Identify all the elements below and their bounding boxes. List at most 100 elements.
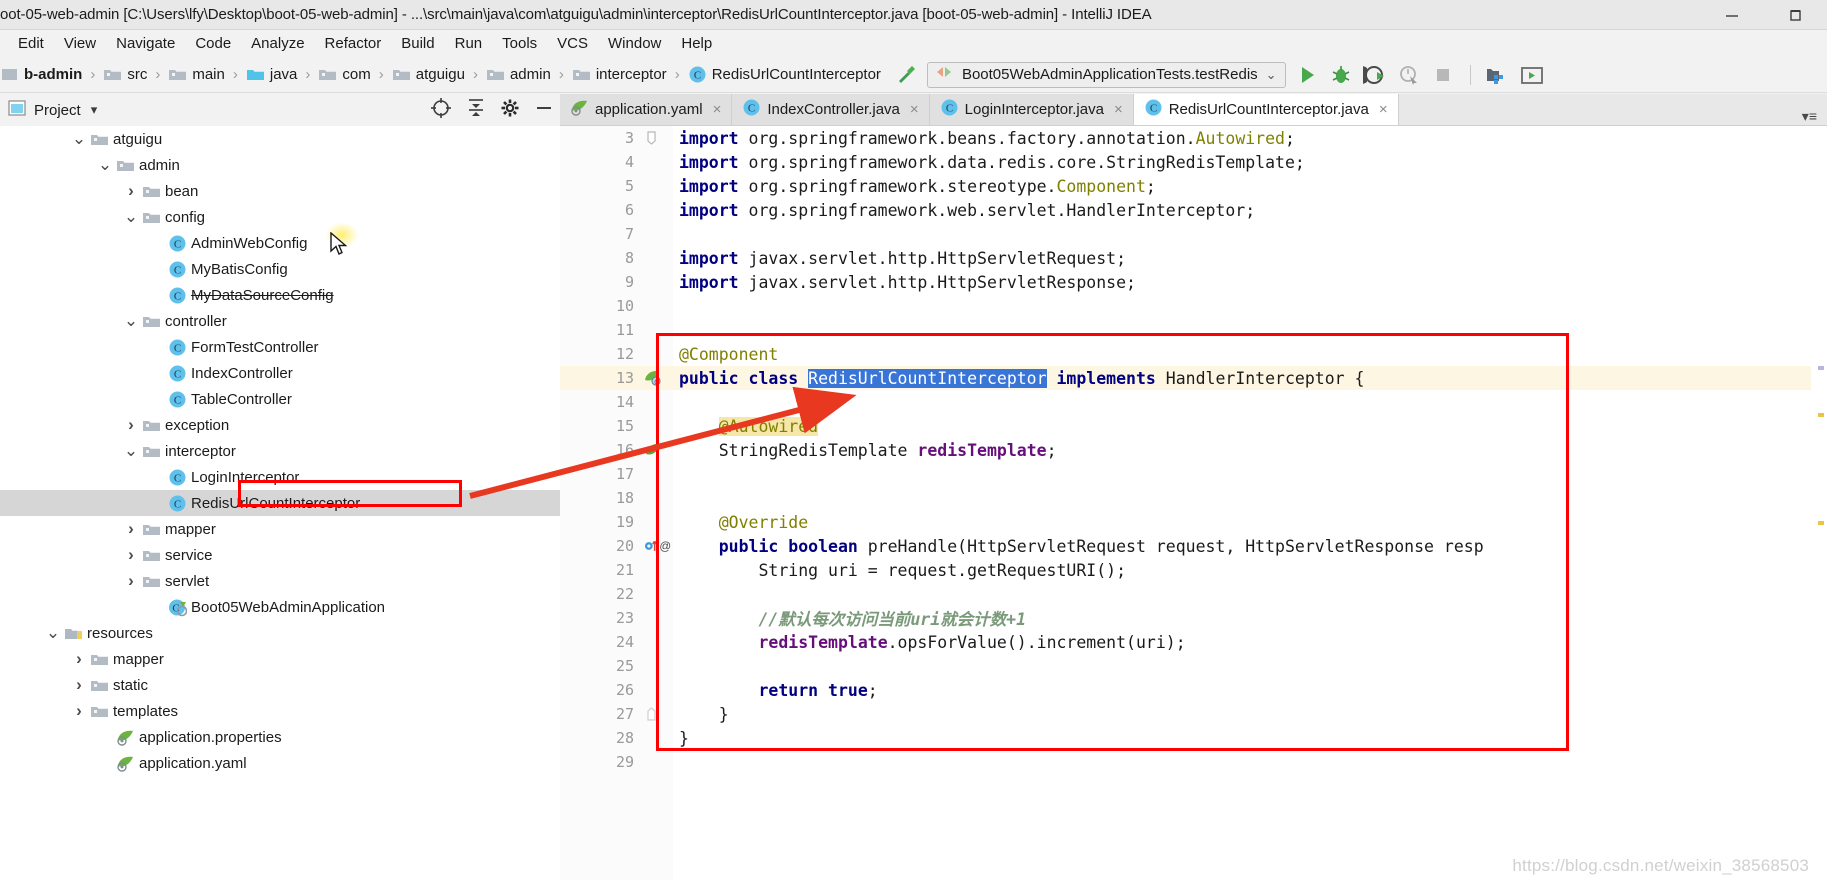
tree-node[interactable]: C AdminWebConfig (0, 230, 560, 256)
breadcrumb-item-redisurlcountinterceptor[interactable]: C RedisUrlCountInterceptor (688, 65, 881, 84)
database-button[interactable] (1485, 62, 1511, 88)
code-line[interactable]: 27 } (560, 702, 1827, 726)
tree-node[interactable]: ⌄ controller (0, 308, 560, 334)
breadcrumb-item-atguigu[interactable]: atguigu (392, 65, 465, 84)
spring-autowired-gutter-icon[interactable] (642, 441, 673, 459)
menu-item-code[interactable]: Code (185, 32, 241, 55)
tree-node[interactable]: C TableController (0, 386, 560, 412)
tree-node[interactable]: › service (0, 542, 560, 568)
breadcrumb-item-admin[interactable]: admin (486, 65, 551, 84)
editor-tab-application-yaml[interactable]: application.yaml × (560, 94, 733, 125)
code-content[interactable]: 3 import org.springframework.beans.factor… (560, 126, 1827, 880)
terminal-button[interactable] (1519, 62, 1545, 88)
tree-node[interactable]: ⌄ config (0, 204, 560, 230)
editor-marker-scrollbar[interactable] (1811, 126, 1827, 880)
code-line[interactable]: 5 import org.springframework.stereotype.C… (560, 174, 1827, 198)
code-line[interactable]: 29 (560, 750, 1827, 774)
tree-node[interactable]: › mapper (0, 646, 560, 672)
chevron-down-icon[interactable]: ⌄ (122, 442, 140, 459)
editor-tab-indexcontroller-java[interactable]: C IndexController.java × (732, 94, 930, 125)
code-line[interactable]: 6 import org.springframework.web.servlet.… (560, 198, 1827, 222)
build-hammer-icon[interactable] (893, 62, 919, 88)
chevron-down-icon[interactable]: ⌄ (122, 208, 140, 225)
editor-tab-logininterceptor-java[interactable]: C LoginInterceptor.java × (929, 94, 1134, 125)
run-with-coverage-button[interactable] (1362, 62, 1388, 88)
code-line[interactable]: 19 @Override (560, 510, 1827, 534)
code-line[interactable]: 22 (560, 582, 1827, 606)
tree-node[interactable]: C MyBatisConfig (0, 256, 560, 282)
tree-node[interactable]: C FormTestController (0, 334, 560, 360)
code-line[interactable]: 14 (560, 390, 1827, 414)
fold-end-icon[interactable] (642, 706, 673, 722)
code-line[interactable]: 24 redisTemplate.opsForValue().increment… (560, 630, 1827, 654)
tree-node[interactable]: › mapper (0, 516, 560, 542)
chevron-down-icon[interactable]: ⌄ (122, 312, 140, 329)
tree-node[interactable]: › static (0, 672, 560, 698)
tree-node[interactable]: › templates (0, 698, 560, 724)
breadcrumb-item-java[interactable]: java (246, 65, 297, 84)
minimize-button[interactable] (1721, 4, 1743, 26)
code-line[interactable]: 13 Cpublic class RedisUrlCountInterceptor… (560, 366, 1827, 390)
breadcrumb-item-com[interactable]: com (318, 65, 371, 84)
tab-list-overflow-icon[interactable]: ▾≡ (1802, 108, 1827, 125)
tree-node[interactable]: ⌄ atguigu (0, 126, 560, 152)
chevron-right-icon[interactable]: › (122, 545, 140, 565)
menu-item-edit[interactable]: Edit (8, 32, 54, 55)
close-icon[interactable]: × (1114, 101, 1123, 118)
tree-node[interactable]: C MyDataSourceConfig (0, 282, 560, 308)
code-line[interactable]: 4 import org.springframework.data.redis.c… (560, 150, 1827, 174)
minus-icon[interactable] (534, 98, 554, 123)
chevron-right-icon[interactable]: › (122, 519, 140, 539)
breadcrumb-item-src[interactable]: src (103, 65, 147, 84)
breadcrumb-item-interceptor[interactable]: interceptor (572, 65, 667, 84)
stop-button[interactable] (1430, 62, 1456, 88)
close-icon[interactable]: × (910, 101, 919, 118)
code-line[interactable]: 17 (560, 462, 1827, 486)
code-line[interactable]: 20 @ public boolean preHandle(HttpServlet… (560, 534, 1827, 558)
run-button[interactable] (1294, 62, 1320, 88)
chevron-right-icon[interactable]: › (70, 675, 88, 695)
tree-node[interactable]: › exception (0, 412, 560, 438)
code-line[interactable]: 28} (560, 726, 1827, 750)
menu-item-run[interactable]: Run (445, 32, 493, 55)
code-line[interactable]: 3 import org.springframework.beans.factor… (560, 126, 1827, 150)
code-line[interactable]: 16 StringRedisTemplate redisTemplate; (560, 438, 1827, 462)
breadcrumb-item-b-admin[interactable]: b-admin (0, 65, 82, 84)
override-implementation-gutter-icon[interactable]: @ (642, 537, 673, 555)
code-line[interactable]: 9 import javax.servlet.http.HttpServletRe… (560, 270, 1827, 294)
chevron-right-icon[interactable]: › (122, 571, 140, 591)
chevron-right-icon[interactable]: › (122, 181, 140, 201)
close-icon[interactable]: × (713, 101, 722, 118)
tree-node[interactable]: ⌄ interceptor (0, 438, 560, 464)
code-line[interactable]: 8 import javax.servlet.http.HttpServletRe… (560, 246, 1827, 270)
code-line[interactable]: 11 (560, 318, 1827, 342)
collapse-all-icon[interactable] (466, 97, 486, 124)
tree-node[interactable]: ⌄ resources (0, 620, 560, 646)
tree-node[interactable]: C Boot05WebAdminApplication (0, 594, 560, 620)
menu-item-tools[interactable]: Tools (492, 32, 547, 55)
crosshair-icon[interactable] (430, 97, 452, 124)
tree-node[interactable]: C IndexController (0, 360, 560, 386)
code-line[interactable]: 12 @Component (560, 342, 1827, 366)
fold-region-icon[interactable] (642, 130, 673, 146)
chevron-right-icon[interactable]: › (70, 701, 88, 721)
menu-item-view[interactable]: View (54, 32, 106, 55)
code-line[interactable]: 26 return true; (560, 678, 1827, 702)
menu-item-refactor[interactable]: Refactor (315, 32, 392, 55)
tree-node[interactable]: › servlet (0, 568, 560, 594)
tree-node[interactable]: › bean (0, 178, 560, 204)
menu-item-build[interactable]: Build (391, 32, 444, 55)
breadcrumb-item-main[interactable]: main (168, 65, 225, 84)
spring-bean-gutter-icon[interactable]: C (642, 369, 673, 387)
debug-button[interactable] (1328, 62, 1354, 88)
code-line[interactable]: 7 (560, 222, 1827, 246)
code-line[interactable]: 23 //默认每次访问当前uri就会计数+1 (560, 606, 1827, 630)
run-configuration-selector[interactable]: Boot05WebAdminApplicationTests.testRedis… (926, 61, 1286, 88)
editor-tab-redisurlcountinterceptor-java[interactable]: C RedisUrlCountInterceptor.java × (1133, 94, 1399, 125)
chevron-down-icon[interactable]: ▾ (91, 102, 98, 118)
chevron-down-icon[interactable]: ⌄ (44, 624, 62, 641)
tree-node[interactable]: application.yaml (0, 750, 560, 776)
close-icon[interactable]: × (1379, 101, 1388, 118)
gear-icon[interactable] (500, 98, 520, 123)
code-line[interactable]: 25 (560, 654, 1827, 678)
